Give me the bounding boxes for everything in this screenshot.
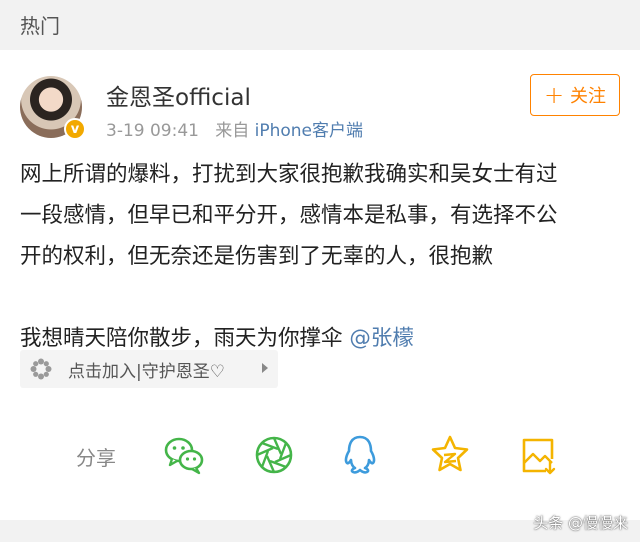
post-source[interactable]: iPhone客户端 — [255, 121, 363, 141]
verified-badge-icon: v — [64, 118, 86, 140]
section-header: 热门 — [0, 0, 640, 50]
user-name[interactable]: 金恩圣official — [106, 78, 251, 112]
post-body: 网上所谓的爆料，打扰到大家很抱歉我确实和吴女士有过 一段感情，但早已和平分开，感… — [20, 154, 624, 359]
post-body-line: 开的权利，但无奈还是伤害到了无辜的人，很抱歉 — [20, 244, 494, 269]
qq-icon[interactable] — [338, 433, 382, 477]
moments-icon[interactable] — [252, 433, 296, 477]
avatar[interactable]: v — [20, 76, 86, 140]
post-body-text: 我想晴天陪你散步，雨天为你撑伞 — [20, 326, 343, 351]
share-label: 分享 — [76, 446, 116, 470]
qzone-icon[interactable] — [428, 433, 472, 477]
watermark: 头条 @慢慢来 — [533, 514, 628, 532]
post-body-line: 网上所谓的爆料，打扰到大家很抱歉我确实和吴女士有过 — [20, 162, 558, 187]
follow-label: 关注 — [570, 86, 607, 107]
post-meta: 3-19 09:41 来自 iPhone客户端 — [106, 116, 363, 141]
chevron-right-icon — [262, 363, 268, 373]
source-prefix: 来自 — [215, 121, 250, 141]
section-title: 热门 — [20, 14, 60, 38]
wechat-icon[interactable] — [162, 433, 206, 477]
mention-link[interactable]: @张檬 — [349, 326, 414, 351]
save-image-icon[interactable] — [516, 433, 560, 477]
topic-chip[interactable]: 点击加入|守护恩圣♡ — [20, 350, 278, 388]
post-time: 3-19 09:41 — [106, 121, 199, 141]
post-body-line: 一段感情，但早已和平分开，感情本是私事，有选择不公 — [20, 203, 558, 228]
plus-icon: + — [543, 81, 565, 109]
share-bar: 分享 — [0, 428, 640, 482]
topic-chip-label: 点击加入|守护恩圣♡ — [68, 361, 225, 382]
flower-icon — [30, 358, 52, 380]
weibo-post: v 金恩圣official 3-19 09:41 来自 iPhone客户端 + … — [0, 50, 640, 520]
follow-button[interactable]: + 关注 — [530, 74, 620, 116]
